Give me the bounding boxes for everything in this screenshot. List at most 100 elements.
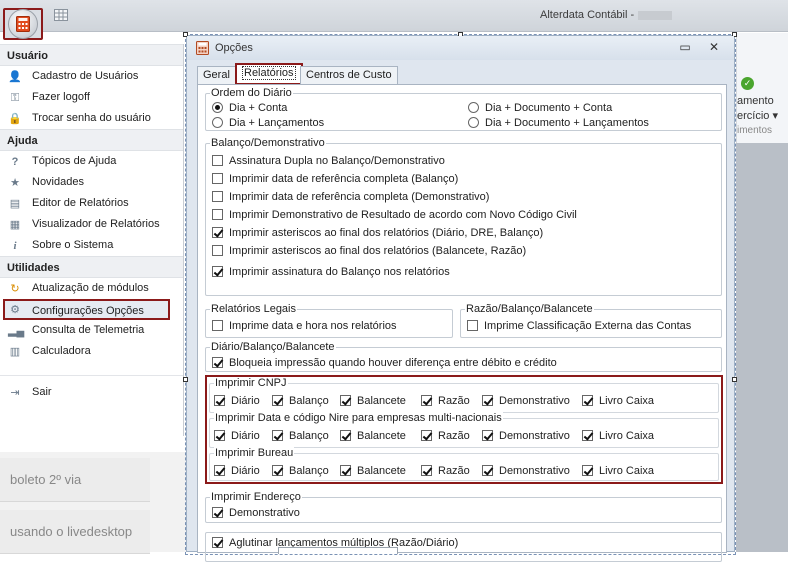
group-legend: Imprimir CNPJ: [214, 377, 288, 389]
checkbox-assinatura-balanco[interactable]: Imprimir assinatura do Balanço nos relat…: [212, 266, 450, 278]
minimize-button[interactable]: ▭: [678, 40, 692, 54]
menu-item-topicos-ajuda[interactable]: ? Tópicos de Ajuda: [0, 151, 183, 172]
checkbox-bureau-razao[interactable]: Razão: [421, 465, 470, 477]
tab-centros-custo[interactable]: Centros de Custo: [300, 66, 398, 85]
application-menu: Usuário 👤 Cadastro de Usuários ⚿ Fazer log…: [0, 44, 184, 436]
checkbox-bureau-livro-caixa[interactable]: Livro Caixa: [582, 465, 654, 477]
menu-item-configuracoes-opcoes[interactable]: ⚙ Configurações Opções: [3, 299, 170, 320]
help-icon: ?: [11, 156, 19, 168]
partial-input-field[interactable]: [278, 547, 398, 554]
checkbox-asteriscos-diario[interactable]: Imprimir asteriscos ao final dos relatór…: [212, 227, 543, 239]
checkbox-bureau-balancete[interactable]: Balancete: [340, 465, 406, 477]
ribbon-label-2[interactable]: ercício ▾: [737, 109, 778, 122]
close-button[interactable]: ✕: [707, 40, 721, 54]
checkbox-bureau-demonstrativo[interactable]: Demonstrativo: [482, 465, 570, 477]
tab-strip: Geral Relatórios Centros de Custo: [197, 63, 727, 85]
ribbon-remnant: ✓ amento ercício ▾ imentos: [736, 33, 788, 143]
calculator-icon: ▥: [9, 346, 21, 358]
menu-item-trocar-senha[interactable]: 🔒 Trocar senha do usuário: [0, 108, 183, 129]
menu-item-sair[interactable]: ⇥ Sair: [0, 382, 183, 403]
checkbox-cnpj-balancete[interactable]: Balancete: [340, 395, 406, 407]
ribbon-group-label: imentos: [737, 125, 773, 136]
grid-icon[interactable]: [54, 9, 68, 21]
checkbox-data-hora[interactable]: Imprime data e hora nos relatórios: [212, 320, 397, 332]
group-legend: Razão/Balanço/Balancete: [465, 303, 594, 315]
group-legend: Imprimir Bureau: [214, 447, 295, 459]
checkbox-nire-demonstrativo[interactable]: Demonstrativo: [482, 430, 570, 442]
info-icon: i: [13, 240, 17, 252]
card-boleto[interactable]: boleto 2º via: [0, 458, 150, 502]
menu-item-fazer-logoff[interactable]: ⚿ Fazer logoff: [0, 87, 183, 108]
checkbox-assinatura-dupla[interactable]: Assinatura Dupla no Balanço/Demonstrativ…: [212, 155, 445, 167]
background-area: [736, 143, 788, 552]
chart-icon: ▂▄: [8, 325, 25, 337]
star-icon: ★: [10, 177, 20, 189]
checkbox-nire-balancete[interactable]: Balancete: [340, 430, 406, 442]
checkbox-cnpj-balanco[interactable]: Balanço: [272, 395, 329, 407]
lock-icon: 🔒: [8, 113, 22, 125]
tab-relatorios[interactable]: Relatórios: [235, 63, 303, 85]
group-imprimir-endereco: Imprimir Endereço Demonstrativo: [205, 491, 722, 523]
calculator-icon: [16, 16, 30, 32]
exit-icon: ⇥: [10, 387, 20, 399]
application-menu-button[interactable]: [3, 8, 43, 40]
user-icon: 👤: [8, 71, 22, 83]
report-viewer-icon: ▦: [9, 219, 21, 231]
card-livedesktop[interactable]: usando o livedesktop: [0, 510, 150, 554]
check-circle-icon: ✓: [741, 77, 754, 90]
checkbox-data-referencia-balanco[interactable]: Imprimir data de referência completa (Ba…: [212, 173, 458, 185]
menu-item-cadastro-usuarios[interactable]: 👤 Cadastro de Usuários: [0, 66, 183, 87]
radio-dia-lancamentos[interactable]: Dia + Lançamentos: [212, 117, 324, 129]
checkbox-bureau-diario[interactable]: Diário: [214, 465, 260, 477]
radio-dia-documento-lancamentos[interactable]: Dia + Documento + Lançamentos: [468, 117, 649, 129]
group-imprimir-nire: Imprimir Data e código Nire para empresa…: [209, 412, 719, 448]
checkbox-cnpj-demonstrativo[interactable]: Demonstrativo: [482, 395, 570, 407]
options-dialog: Opções ▭ ✕ Geral Relatórios Centros de C…: [183, 32, 737, 562]
checkbox-cnpj-livro-caixa[interactable]: Livro Caixa: [582, 395, 654, 407]
group-imprimir-bureau: Imprimir Bureau Diário Balanço Balancete…: [209, 447, 719, 481]
group-diario-balanco-balancete: Diário/Balanço/Balancete Bloqueia impres…: [205, 341, 722, 372]
background-panel: boleto 2º via usando o livedesktop: [0, 452, 186, 554]
checkbox-nire-livro-caixa[interactable]: Livro Caixa: [582, 430, 654, 442]
checkbox-cnpj-diario[interactable]: Diário: [214, 395, 260, 407]
checkbox-data-referencia-demonstrativo[interactable]: Imprimir data de referência completa (De…: [212, 191, 489, 203]
tab-geral[interactable]: Geral: [197, 66, 236, 85]
menu-item-sobre-sistema[interactable]: i Sobre o Sistema: [0, 235, 183, 256]
menu-item-visualizador-relatorios[interactable]: ▦ Visualizador de Relatórios: [0, 214, 183, 235]
group-relatorios-legais: Relatórios Legais Imprime data e hora no…: [205, 303, 453, 338]
checkbox-classificacao-externa[interactable]: Imprime Classificação Externa das Contas: [467, 320, 691, 332]
group-legend: Balanço/Demonstrativo: [210, 137, 326, 149]
checkbox-endereco-demonstrativo[interactable]: Demonstrativo: [212, 507, 300, 519]
radio-dia-conta[interactable]: Dia + Conta: [212, 102, 287, 114]
menu-item-novidades[interactable]: ★ Novidades: [0, 172, 183, 193]
checkbox-nire-razao[interactable]: Razão: [421, 430, 470, 442]
checkbox-bloqueia-impressao[interactable]: Bloqueia impressão quando houver diferen…: [212, 357, 557, 369]
menu-item-consulta-telemetria[interactable]: ▂▄ Consulta de Telemetria: [0, 320, 183, 341]
menu-item-calculadora[interactable]: ▥ Calculadora: [0, 341, 183, 362]
group-imprimir-cnpj: Imprimir CNPJ Diário Balanço Balancete R…: [209, 377, 719, 413]
group-razao-balanco-balancete: Razão/Balanço/Balancete Imprime Classifi…: [460, 303, 722, 338]
gear-icon: ⚙: [10, 304, 20, 316]
checkbox-bureau-balanco[interactable]: Balanço: [272, 465, 329, 477]
dialog-title-bar: Opções ▭ ✕: [187, 36, 734, 60]
group-legend: Imprimir Endereço: [210, 491, 302, 503]
ribbon-label[interactable]: amento: [737, 95, 774, 107]
report-editor-icon: ▤: [9, 198, 21, 210]
checkbox-asteriscos-balancete[interactable]: Imprimir asteriscos ao final dos relatór…: [212, 245, 526, 257]
menu-section-usuario: Usuário: [0, 44, 183, 66]
relatorios-panel: Ordem do Diário Dia + Conta Dia + Lançam…: [197, 84, 727, 562]
menu-section-utilidades: Utilidades: [0, 256, 183, 278]
menu-item-atualizacao-modulos[interactable]: ↻ Atualização de módulos: [0, 278, 183, 299]
radio-dia-documento-conta[interactable]: Dia + Documento + Conta: [468, 102, 612, 114]
group-legend: Ordem do Diário: [210, 87, 293, 99]
group-legend: Diário/Balanço/Balancete: [210, 341, 336, 353]
group-legend: Imprimir Data e código Nire para empresa…: [214, 412, 503, 424]
menu-item-editor-relatorios[interactable]: ▤ Editor de Relatórios: [0, 193, 183, 214]
group-ordem-diario: Ordem do Diário Dia + Conta Dia + Lançam…: [205, 87, 722, 131]
checkbox-nire-balanco[interactable]: Balanço: [272, 430, 329, 442]
checkbox-demonstrativo-codigo-civil[interactable]: Imprimir Demonstrativo de Resultado de a…: [212, 209, 577, 221]
checkbox-nire-diario[interactable]: Diário: [214, 430, 260, 442]
key-icon: ⚿: [10, 92, 20, 104]
checkbox-cnpj-razao[interactable]: Razão: [421, 395, 470, 407]
group-legend: Relatórios Legais: [210, 303, 297, 315]
